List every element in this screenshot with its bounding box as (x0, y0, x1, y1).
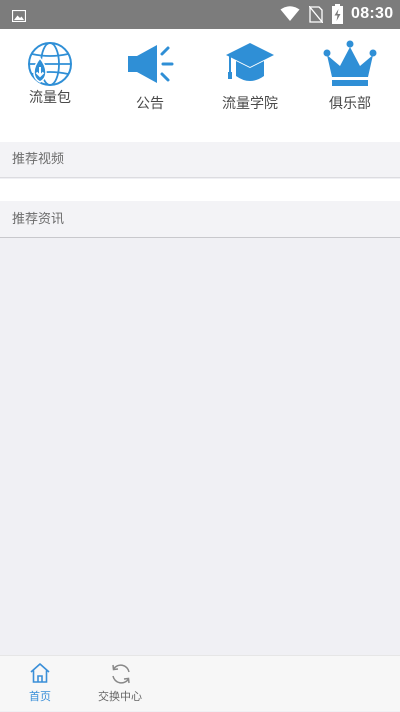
top-menu: 流量包 公告 流量学院 俱乐部 (0, 29, 400, 142)
globe-download-icon (28, 42, 72, 86)
nav-label: 交换中心 (98, 690, 142, 703)
menu-item-label: 流量学院 (222, 96, 278, 112)
image-icon (11, 7, 27, 26)
menu-item-traffic-package[interactable]: 流量包 (0, 29, 100, 142)
no-sim-icon (308, 5, 324, 27)
bottom-nav: 首页 交换中心 (0, 655, 400, 711)
section-title: 推荐资讯 (12, 212, 65, 227)
graduation-cap-icon (226, 43, 274, 81)
crown-icon (323, 40, 377, 86)
battery-charging-icon (332, 4, 343, 28)
section-header-videos: 推荐视频 (0, 142, 400, 178)
wifi-icon (280, 6, 300, 26)
megaphone-icon (128, 45, 174, 83)
news-list (0, 238, 400, 655)
menu-item-label: 流量包 (29, 90, 71, 106)
menu-item-club[interactable]: 俱乐部 (300, 29, 400, 142)
menu-item-label: 俱乐部 (329, 96, 371, 112)
nav-home[interactable]: 首页 (10, 656, 70, 712)
video-list (0, 179, 400, 201)
section-title: 推荐视频 (12, 152, 65, 167)
home-icon (30, 663, 50, 683)
refresh-icon (112, 664, 130, 684)
nav-exchange-center[interactable]: 交换中心 (90, 656, 150, 712)
menu-item-announcement[interactable]: 公告 (100, 29, 200, 142)
menu-item-label: 公告 (136, 96, 164, 112)
status-time: 08:30 (351, 5, 394, 22)
section-header-news: 推荐资讯 (0, 201, 400, 238)
menu-item-academy[interactable]: 流量学院 (200, 29, 300, 142)
status-bar: 08:30 (0, 0, 400, 29)
nav-label: 首页 (29, 690, 51, 703)
